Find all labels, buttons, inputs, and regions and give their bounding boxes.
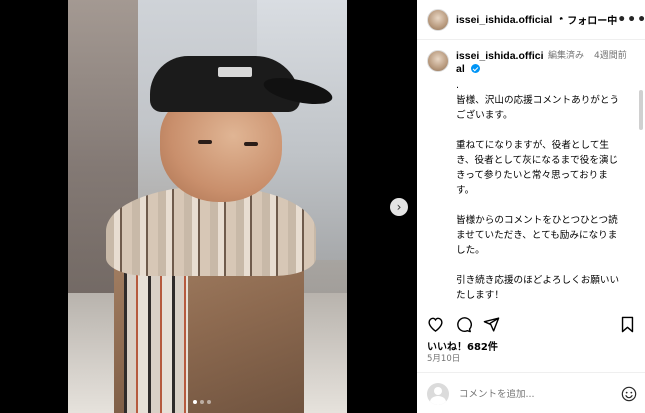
action-bar [417,312,645,336]
bookmark-icon[interactable] [618,315,636,333]
carousel-dots [193,400,211,404]
post-detail-panel: issei_ishida.official • フォロー中 ••• issei_… [417,0,645,413]
add-comment-bar [417,378,645,410]
photo-plaid-sleeve [124,270,188,413]
post-photo[interactable] [68,0,347,413]
photo-eye-left [198,140,212,144]
following-button[interactable]: フォロー中 [567,12,617,27]
emoji-icon[interactable] [621,386,637,402]
carousel-next-button[interactable]: › [390,198,408,216]
header-username[interactable]: issei_ishida.official [456,14,552,26]
avatar[interactable] [427,8,449,31]
time-ago[interactable]: 4週間前 [594,50,628,63]
carousel-dot [207,400,211,404]
heart-icon[interactable] [426,315,444,333]
post-header: issei_ishida.official • フォロー中 ••• [417,0,645,40]
scrollbar-thumb[interactable] [639,90,643,130]
comment-input[interactable] [459,388,621,400]
edited-label: 編集済み [548,51,585,61]
carousel-dot [193,400,197,404]
share-icon[interactable] [482,315,500,333]
avatar [427,383,449,405]
caption-username-text: issei_ishida.offici al [456,50,544,75]
caption-text: . 皆様、沢山の応援コメントありがとうございます。 重ねてになりますが、役者とし… [456,80,620,300]
photo-cap-logo [218,67,252,77]
comment-area[interactable]: issei_ishida.offici al 編集済み 4週間前 . 皆様、沢山… [417,40,645,300]
caption-username[interactable]: issei_ishida.offici al [456,50,544,76]
carousel-dot [200,400,204,404]
media-pane: › [0,0,417,413]
avatar[interactable] [427,50,449,72]
post-date[interactable]: 5月10日 [427,352,460,364]
divider [417,372,645,373]
caption-header: issei_ishida.offici al 編集済み 4週間前 [427,50,637,76]
like-count[interactable]: いいね！682件 [427,338,498,353]
photo-eye-right [244,142,258,146]
more-options-icon[interactable]: ••• [617,12,645,28]
chevron-right-icon: › [396,200,402,214]
verified-badge-icon [470,64,480,73]
comment-icon[interactable] [454,315,472,333]
